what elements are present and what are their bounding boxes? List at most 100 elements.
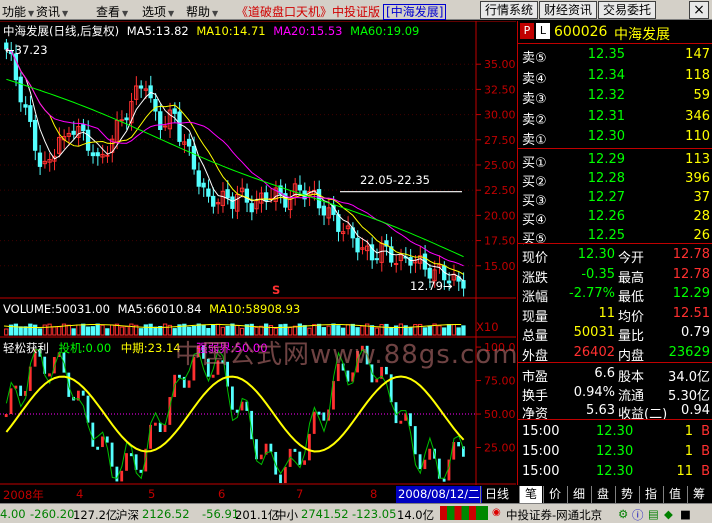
stat-value: 0.79 xyxy=(681,325,710,340)
gear-icon[interactable]: ⚙ xyxy=(618,507,628,521)
menu-info[interactable]: 资讯 ▼ xyxy=(36,3,68,20)
p-badge[interactable]: P xyxy=(520,23,534,39)
candle-body xyxy=(321,205,327,216)
candle-body xyxy=(427,267,432,279)
broker-label: 中投证券-网通北京 xyxy=(506,508,603,522)
stat-label: 内盘 xyxy=(618,348,645,364)
stock-code: 600026 xyxy=(554,24,608,40)
volume-bar xyxy=(105,328,110,336)
buy-level-row: 买③ 12.27 37 xyxy=(518,188,712,209)
indicator-bar xyxy=(303,460,306,465)
tab-2[interactable]: 细 xyxy=(567,486,590,503)
volume-bar xyxy=(57,326,62,336)
close-icon[interactable]: × xyxy=(689,1,709,19)
candle-body xyxy=(206,188,211,197)
row-price: 12.27 xyxy=(587,190,625,205)
row-volume: 118 xyxy=(685,67,710,83)
quote-panel: P L 600026 中海发展 卖⑤ 12.35 147 卖④ 12.34 118 卖③ 12… xyxy=(517,21,712,485)
quote-system-button[interactable]: 行情系统 xyxy=(480,1,539,19)
finance-info-button[interactable]: 财经资讯 xyxy=(539,1,598,19)
volume-bar xyxy=(129,323,134,336)
tick-row: 15:00 12.30 11 B xyxy=(518,462,712,482)
tab-4[interactable]: 势 xyxy=(615,486,638,503)
menu-view[interactable]: 查看 ▼ xyxy=(96,3,128,20)
app-title: 《道破盘口天机》中投证版 [中海发展] xyxy=(236,3,447,20)
tick-time: 15:00 xyxy=(522,424,560,439)
cursor-date: 2008/08/12/二 xyxy=(396,486,482,503)
menu-help[interactable]: 帮助 ▼ xyxy=(186,3,218,20)
low-price-label: 12.79→ xyxy=(410,279,453,293)
indicator-bar xyxy=(317,411,321,415)
volume-bar xyxy=(37,328,43,336)
period-tab[interactable]: 日线 xyxy=(480,486,509,503)
stat-label: 涨跌 xyxy=(522,270,549,286)
row-volume: 147 xyxy=(685,47,710,62)
stat-label: 均价 xyxy=(618,309,645,325)
stat-label: 总量 xyxy=(522,329,549,344)
volume-bar xyxy=(85,326,91,336)
candle-body xyxy=(249,203,254,213)
stat-row: 换手 0.94% 流通 5.30亿 xyxy=(518,383,712,404)
volume-bar xyxy=(95,323,100,336)
y-tick-label: 25.00 xyxy=(484,159,516,172)
indicator-bar xyxy=(283,466,287,484)
chart-area[interactable]: 35.00 32.50 30.00 27.50 25.00 22.50 20.00 17.50… xyxy=(0,20,523,485)
stat-value: 12.29 xyxy=(672,286,710,301)
info-icon[interactable]: ⓘ xyxy=(632,507,644,523)
indicator-bar xyxy=(178,374,181,378)
indicator-bar xyxy=(307,433,311,461)
time-label: 4 xyxy=(76,487,84,501)
volume-bar xyxy=(124,326,129,336)
ma10-line xyxy=(6,48,464,275)
tab-1[interactable]: 价 xyxy=(543,486,566,503)
zx-change: -123.05 xyxy=(352,507,397,521)
menu-options[interactable]: 选项 ▼ xyxy=(142,3,174,20)
y-tick-label: 15.00 xyxy=(484,260,516,273)
volume-label: VOLUME:50031.00 xyxy=(3,302,110,316)
tab-6[interactable]: 值 xyxy=(663,486,686,503)
tick-row: 15:00 12.30 1 B xyxy=(518,442,712,462)
sell-level-row: 卖⑤ 12.35 147 xyxy=(518,45,712,66)
ma10-label: MA10:14.71 xyxy=(196,24,266,38)
row-price: 12.28 xyxy=(587,171,625,186)
candle-body xyxy=(244,188,250,203)
tab-5[interactable]: 指 xyxy=(639,486,662,503)
menu-function[interactable]: 功能 ▼ xyxy=(2,3,34,20)
volume-bar xyxy=(47,323,52,336)
divider xyxy=(518,43,712,44)
tab-0[interactable]: 笔 xyxy=(519,486,542,503)
volume-bar xyxy=(18,326,23,336)
volume-bar xyxy=(138,328,144,336)
stat-value: -2.77% xyxy=(569,286,615,301)
tab-7[interactable]: 筹 xyxy=(687,486,710,503)
row-volume: 37 xyxy=(693,190,710,205)
candle-body xyxy=(374,258,379,261)
zx-label: 中小 xyxy=(275,508,298,522)
trade-order-button[interactable]: 交易委托 xyxy=(598,1,657,19)
signal-icon: ▤ xyxy=(648,507,659,521)
l-badge[interactable]: L xyxy=(536,23,550,39)
buy-level-row: 买① 12.29 113 xyxy=(518,150,712,171)
candle-body xyxy=(28,105,33,122)
stat-label: 最低 xyxy=(618,290,645,305)
tick-time: 15:00 xyxy=(522,444,560,459)
indicator-bar xyxy=(230,386,234,410)
tick-price: 12.30 xyxy=(596,424,634,439)
kline-chart[interactable]: 35.00 32.50 30.00 27.50 25.00 22.50 20.00 17.50… xyxy=(0,20,523,485)
y-tick-label: 35.00 xyxy=(484,58,516,71)
row-label: 卖③ xyxy=(522,92,547,107)
candle-body xyxy=(461,280,466,289)
stat-label: 外盘 xyxy=(522,348,549,364)
ma60-line xyxy=(6,78,464,258)
indicator-mid: 中期:23.14 xyxy=(120,341,181,355)
indicator-bar xyxy=(259,454,263,460)
candle-body xyxy=(105,154,110,157)
stat-label: 涨幅 xyxy=(522,290,549,305)
divider xyxy=(518,362,712,363)
stat-label: 今开 xyxy=(618,251,645,266)
tab-3[interactable]: 盘 xyxy=(591,486,614,503)
divider xyxy=(518,148,712,149)
volume-bar xyxy=(100,324,105,336)
lock-icon[interactable]: ■ xyxy=(680,507,691,521)
menu-bar: 功能 ▼ 资讯 ▼ 查看 ▼ 选项 ▼ 帮助 ▼ 《道破盘口天机》中投证版 [中海发展] 行… xyxy=(0,0,712,20)
